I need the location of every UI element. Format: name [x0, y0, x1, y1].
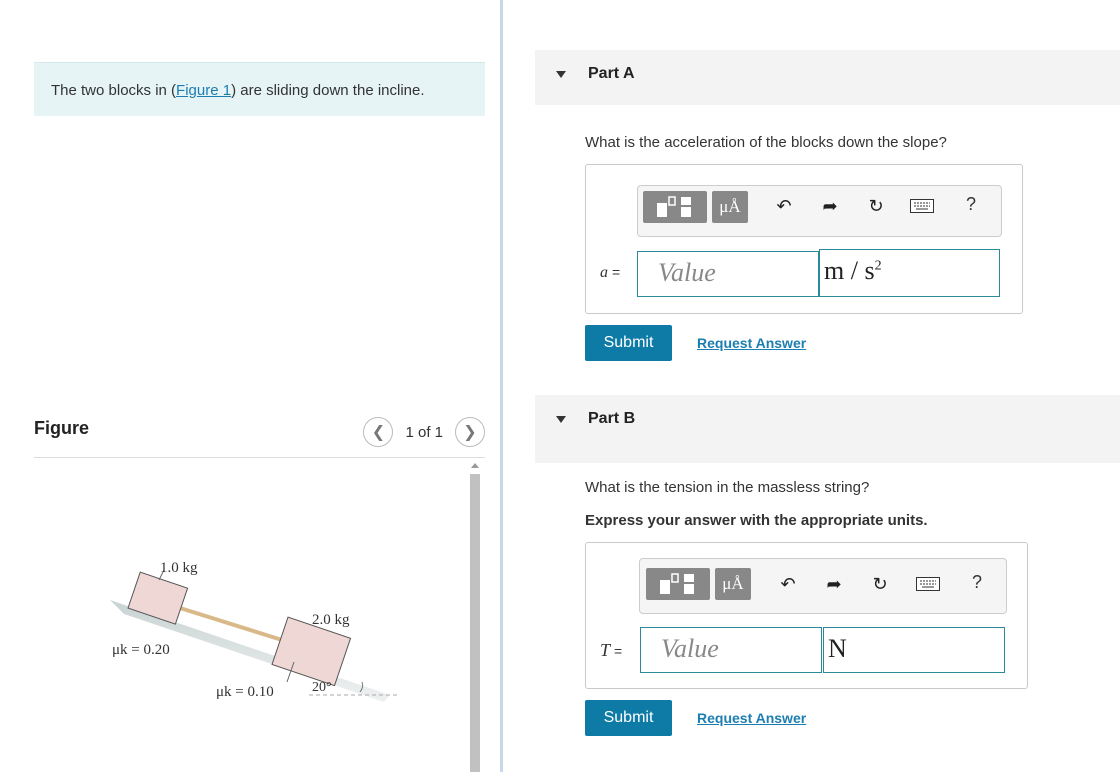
part-a-answer-box: μÅ ↶ ➦ ↻ ? a = Value m / s2: [585, 164, 1023, 314]
reset-icon[interactable]: ↻: [864, 194, 888, 218]
scroll-thumb[interactable]: [470, 474, 480, 772]
prev-figure-button[interactable]: ❮: [363, 417, 394, 447]
templates-icon: [660, 573, 694, 594]
part-b-value-input[interactable]: Value: [640, 627, 822, 673]
keyboard-icon[interactable]: [916, 572, 940, 596]
part-a-unit-exp: 2: [874, 258, 882, 274]
keyboard-icon[interactable]: [910, 194, 934, 218]
figure-link[interactable]: Figure 1: [176, 82, 231, 99]
templates-button[interactable]: [643, 191, 707, 223]
part-a-var-symbol: a: [600, 264, 608, 281]
part-a-question: What is the acceleration of the blocks d…: [585, 134, 947, 151]
part-a-value-input[interactable]: Value: [637, 251, 819, 297]
problem-text-before: The two blocks in (: [51, 82, 177, 99]
part-a-units-input[interactable]: m / s2: [819, 249, 1000, 297]
figure-pager: ❮ 1 of 1 ❯: [363, 417, 485, 447]
part-a-title: Part A: [588, 65, 635, 82]
part-b-equals: =: [614, 643, 623, 659]
part-b-var-symbol: T: [600, 640, 611, 660]
mu-1-label: μk = 0.20: [112, 642, 170, 658]
part-a-header[interactable]: Part A: [535, 50, 1120, 105]
chevron-left-icon: ❮: [371, 424, 386, 441]
templates-button[interactable]: [646, 568, 710, 600]
problem-text-after: ) are sliding down the incline.: [231, 82, 425, 99]
mu-2-label: μk = 0.10: [216, 684, 274, 700]
figure-header: Figure ❮ 1 of 1 ❯: [34, 415, 485, 458]
scroll-up-icon[interactable]: [471, 463, 479, 468]
chevron-right-icon: ❯: [463, 424, 477, 441]
part-a-submit-button[interactable]: Submit: [585, 325, 672, 361]
part-b-title: Part B: [588, 410, 636, 427]
part-a-unit: m / s: [824, 256, 875, 285]
figure-scrollbar[interactable]: [468, 460, 482, 772]
part-b-submit-button[interactable]: Submit: [585, 700, 672, 736]
part-a-equals: =: [612, 264, 621, 280]
problem-statement: The two blocks in (Figure 1) are sliding…: [34, 62, 485, 116]
mass-1-label: 1.0 kg: [160, 560, 198, 576]
mass-2-label: 2.0 kg: [312, 612, 350, 628]
symbols-icon: μÅ: [722, 574, 744, 593]
part-b-toolbar: μÅ ↶ ➦ ↻ ?: [639, 558, 1007, 614]
column-divider[interactable]: [500, 0, 503, 772]
part-a-request-answer-link[interactable]: Request Answer: [697, 335, 806, 351]
part-a-toolbar: μÅ ↶ ➦ ↻ ?: [637, 185, 1002, 237]
templates-icon: [657, 196, 691, 217]
next-figure-button[interactable]: ❯: [455, 417, 485, 447]
incline-figure: 1.0 kg 2.0 kg μk = 0.20 μk = 0.10 20°: [104, 552, 404, 722]
part-a-variable: a =: [600, 264, 620, 282]
redo-icon[interactable]: ➦: [818, 194, 842, 218]
pager-count: 1 of 1: [405, 423, 443, 441]
part-b-instruction: Express your answer with the appropriate…: [585, 512, 928, 529]
undo-icon[interactable]: ↶: [772, 194, 796, 218]
collapse-triangle-icon[interactable]: [556, 71, 566, 78]
part-b-units-input[interactable]: N: [823, 627, 1005, 673]
undo-icon[interactable]: ↶: [776, 572, 800, 596]
angle-label: 20°: [312, 680, 332, 695]
left-panel: The two blocks in (Figure 1) are sliding…: [0, 0, 500, 772]
part-b-header[interactable]: Part B: [535, 395, 1120, 463]
part-b-variable: T =: [600, 640, 622, 661]
symbols-button[interactable]: μÅ: [712, 191, 748, 223]
redo-icon[interactable]: ➦: [822, 572, 846, 596]
figure-title: Figure: [34, 418, 90, 438]
part-b-unit: N: [828, 634, 847, 663]
part-b-question: What is the tension in the massless stri…: [585, 479, 870, 496]
help-icon[interactable]: ?: [966, 194, 976, 215]
collapse-triangle-icon[interactable]: [556, 416, 566, 423]
symbols-button[interactable]: μÅ: [715, 568, 751, 600]
reset-icon[interactable]: ↻: [868, 572, 892, 596]
help-icon[interactable]: ?: [972, 572, 982, 593]
part-b-request-answer-link[interactable]: Request Answer: [697, 710, 806, 726]
symbols-icon: μÅ: [719, 197, 741, 216]
part-b-answer-box: μÅ ↶ ➦ ↻ ? T = Value N: [585, 542, 1028, 689]
